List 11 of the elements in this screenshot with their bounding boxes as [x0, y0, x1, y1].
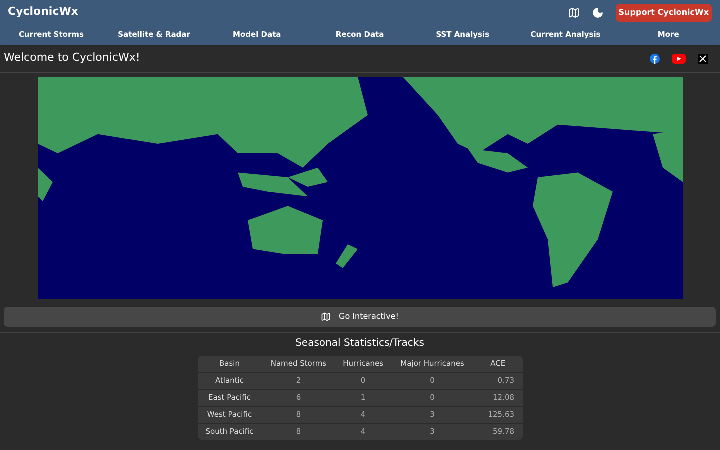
map-icon	[321, 312, 332, 322]
dark-mode-icon[interactable]	[592, 6, 604, 18]
support-button[interactable]: Support CyclonicWx	[616, 4, 712, 22]
video-icon[interactable]	[672, 54, 686, 64]
section-title: Seasonal Statistics/Tracks	[296, 337, 424, 351]
welcome-heading: Welcome to CyclonicWx!	[4, 50, 140, 66]
x-icon[interactable]	[698, 54, 708, 64]
site-title[interactable]: CyclonicWx	[8, 4, 78, 21]
go-interactive-button[interactable]: Go Interactive!	[4, 307, 716, 327]
facebook-icon[interactable]	[650, 54, 660, 64]
map-icon[interactable]	[568, 6, 580, 18]
